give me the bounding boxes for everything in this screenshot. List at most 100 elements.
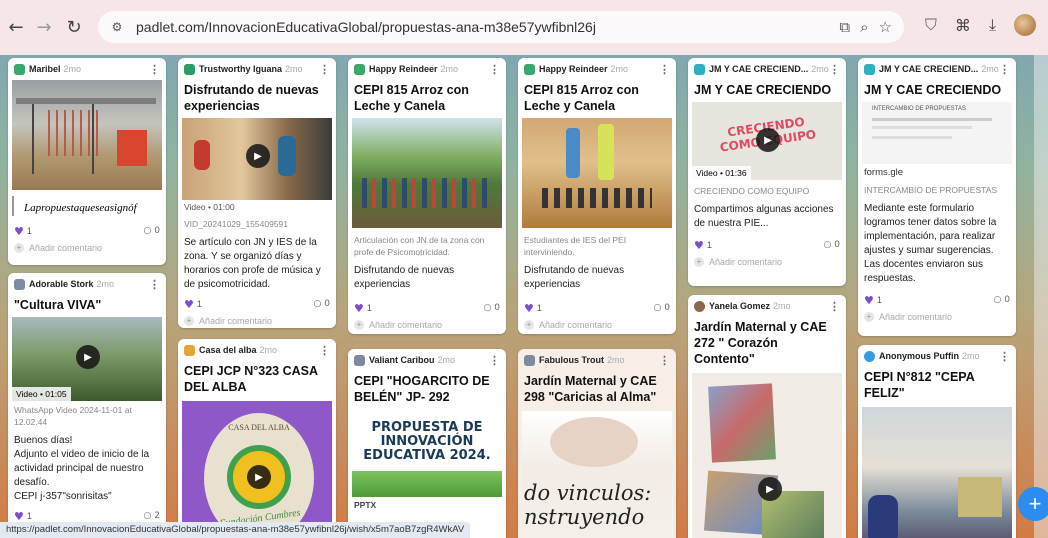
more-options-icon[interactable]: ⋮ [999, 350, 1010, 363]
add-comment-label: Añadir comentario [29, 242, 103, 253]
add-comment[interactable]: + Añadir comentario [688, 254, 846, 272]
post-card[interactable]: Happy Reindeer 2mo ⋮ CEPI 815 Arroz con … [348, 58, 506, 334]
site-settings-icon[interactable]: ⚙ [104, 16, 130, 38]
more-options-icon[interactable]: ⋮ [829, 300, 840, 313]
heart-icon[interactable]: ♥ [864, 294, 874, 307]
link-preview[interactable]: INTERCAMBIO DE PROPUESTAS [862, 102, 1012, 164]
more-options-icon[interactable]: ⋮ [659, 63, 670, 76]
file-name: WhatsApp Video 2024-11-01 at 12.02.44 [14, 405, 132, 427]
post-card[interactable]: JM Y CAE CRECIEND... 2mo ⋮ JM Y CAE CREC… [688, 58, 846, 286]
post-author: Maribel [29, 64, 61, 74]
more-options-icon[interactable]: ⋮ [489, 354, 500, 367]
post-subtext: INTERCAMBIO DE PROPUESTAS [864, 185, 998, 195]
author-avatar [184, 344, 195, 356]
board-scrollbar[interactable] [1034, 55, 1048, 538]
heart-icon[interactable]: ♥ [694, 239, 704, 252]
zoom-icon[interactable]: ⌕ [860, 18, 868, 36]
post-title: "Cultura VIVA" [14, 298, 102, 312]
download-icon[interactable]: ⤓ [989, 15, 996, 35]
install-app-icon[interactable]: ⧉ [839, 18, 850, 36]
post-author: Fabulous Trout [539, 355, 604, 365]
post-card[interactable]: Fabulous Trout 2mo ⋮ Jardín Maternal y C… [518, 349, 676, 538]
more-options-icon[interactable]: ⋮ [149, 278, 160, 291]
heart-icon[interactable]: ♥ [14, 510, 24, 523]
like-count: 1 [876, 295, 882, 305]
post-card[interactable]: Happy Reindeer 2mo ⋮ CEPI 815 Arroz con … [518, 58, 676, 334]
shield-extension-icon[interactable]: ⛉ [925, 15, 937, 35]
add-comment-icon: + [694, 256, 704, 267]
post-author: Happy Reindeer [539, 64, 608, 74]
post-card[interactable]: Maribel 2mo ⋮ Lapropuestaqueseasignóf ♥ … [8, 58, 166, 265]
post-text: Compartimos algunas acciones de nuestra … [694, 204, 834, 229]
author-avatar [694, 63, 705, 75]
add-post-button[interactable]: + [1018, 487, 1048, 521]
comment-icon[interactable]: ○ 0 [144, 226, 160, 236]
post-image[interactable] [352, 118, 502, 228]
more-options-icon[interactable]: ⋮ [659, 354, 670, 367]
post-title: CEPI 815 Arroz con Leche y Canela [524, 83, 639, 113]
comment-icon[interactable]: ○ 0 [994, 295, 1010, 305]
more-options-icon[interactable]: ⋮ [999, 63, 1010, 76]
post-image[interactable]: do vinculos: nstruyendo [522, 411, 672, 538]
play-icon[interactable]: ▶ [76, 345, 100, 369]
play-icon[interactable]: ▶ [247, 465, 271, 489]
post-card[interactable]: Adorable Stork 2mo ⋮ "Cultura VIVA" ▶ Vi… [8, 273, 166, 538]
comment-icon[interactable]: ○ 0 [314, 299, 330, 309]
video-thumbnail[interactable]: ▶ [692, 373, 842, 538]
address-bar[interactable]: ⚙ padlet.com/InnovacionEducativaGlobal/p… [98, 11, 904, 43]
add-comment[interactable]: + Añadir comentario [8, 240, 166, 258]
video-thumbnail[interactable]: ▶ Video • 01:05 [12, 317, 162, 401]
play-icon[interactable]: ▶ [756, 128, 780, 152]
back-arrow-icon[interactable]: ← [2, 13, 30, 41]
author-avatar [524, 354, 535, 366]
more-options-icon[interactable]: ⋮ [319, 344, 330, 357]
heart-icon[interactable]: ♥ [524, 302, 534, 315]
post-card[interactable]: JM Y CAE CRECIEND... 2mo ⋮ JM Y CAE CREC… [858, 58, 1016, 336]
more-options-icon[interactable]: ⋮ [149, 63, 160, 76]
file-preview[interactable]: PROPUESTA DE INNOVACIÓN EDUCATIVA 2024. [352, 411, 502, 497]
add-comment[interactable]: + Añadir comentario [348, 317, 506, 334]
post-image[interactable] [862, 407, 1012, 538]
heart-icon[interactable]: ♥ [184, 298, 194, 311]
post-card[interactable]: Valiant Caribou 2mo ⋮ CEPI "HOGARCITO DE… [348, 349, 506, 538]
bookmark-star-icon[interactable]: ☆ [879, 18, 892, 36]
more-options-icon[interactable]: ⋮ [829, 63, 840, 76]
post-text: Mediante este formulario logramos tener … [864, 203, 997, 284]
post-time: 2mo [773, 301, 791, 311]
poster-text: PROPUESTA DE INNOVACIÓN EDUCATIVA 2024. [363, 420, 491, 463]
add-comment[interactable]: + Añadir comentario [858, 309, 1016, 327]
post-image[interactable] [522, 118, 672, 228]
post-card[interactable]: Yanela Gomez 2mo ⋮ Jardín Maternal y CAE… [688, 295, 846, 538]
author-avatar [14, 63, 25, 75]
profile-avatar[interactable] [1014, 14, 1036, 36]
video-thumbnail[interactable]: ▶ [182, 118, 332, 200]
add-comment[interactable]: + Añadir comentario [178, 313, 336, 328]
add-comment[interactable]: + Añadir comentario [518, 317, 676, 334]
more-options-icon[interactable]: ⋮ [319, 63, 330, 76]
link-domain[interactable]: forms.gle [858, 164, 1016, 181]
video-thumbnail[interactable]: CASA DEL ALBA ▶ Fundación Cumbres [182, 401, 332, 538]
comment-icon[interactable]: ○ 0 [824, 240, 840, 250]
add-comment-icon: + [524, 319, 534, 330]
author-avatar [864, 63, 875, 75]
post-time: 2mo [440, 64, 459, 74]
forward-arrow-icon[interactable]: → [30, 13, 58, 41]
play-icon[interactable]: ▶ [758, 477, 782, 501]
comment-icon[interactable]: ○ 0 [484, 303, 500, 313]
puzzle-extensions-icon[interactable]: ⌘ [955, 16, 971, 35]
video-thumbnail[interactable]: CRECIENDO COMO EQUIPO ▶ Video • 01:36 [692, 102, 842, 180]
heart-icon[interactable]: ♥ [14, 225, 24, 238]
reload-icon[interactable]: ↻ [60, 13, 88, 41]
post-title: CEPI N°812 "CEPA FELIZ" [864, 370, 975, 400]
post-author: Casa del alba [199, 345, 257, 355]
comment-icon[interactable]: ○ 2 [144, 511, 160, 521]
comment-icon[interactable]: ○ 0 [654, 303, 670, 313]
post-card[interactable]: Casa del alba 2mo ⋮ CEPI JCP N°323 CASA … [178, 339, 336, 538]
post-image[interactable] [12, 80, 162, 190]
heart-icon[interactable]: ♥ [354, 302, 364, 315]
more-options-icon[interactable]: ⋮ [489, 63, 500, 76]
post-card[interactable]: Trustworthy Iguana 2mo ⋮ Disfrutando de … [178, 58, 336, 328]
post-card[interactable]: Anonymous Puffin 2mo ⋮ CEPI N°812 "CEPA … [858, 345, 1016, 538]
play-icon[interactable]: ▶ [246, 144, 270, 168]
post-time: 2mo [811, 64, 829, 74]
